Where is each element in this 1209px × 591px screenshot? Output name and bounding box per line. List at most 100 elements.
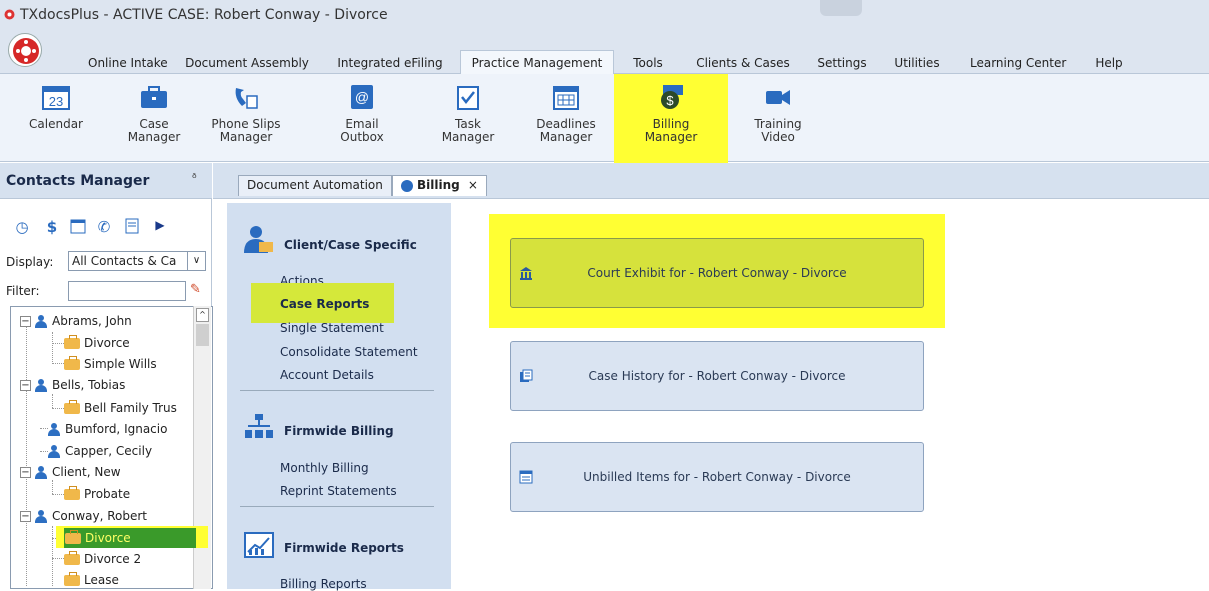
briefcase-icon <box>64 335 80 349</box>
tree-item-person[interactable]: − Abrams, John <box>20 311 132 331</box>
tab-document-assembly[interactable]: Document Assembly <box>184 54 310 74</box>
calendar-icon: 23 <box>42 86 70 110</box>
unbilled-items-button[interactable]: Unbilled Items for - Robert Conway - Div… <box>510 442 924 512</box>
court-exhibit-button[interactable]: Court Exhibit for - Robert Conway - Divo… <box>510 238 924 308</box>
tab-tools[interactable]: Tools <box>632 54 664 74</box>
nav-reprint-statements[interactable]: Reprint Statements <box>280 484 397 498</box>
phone-small-icon[interactable]: ✆ <box>94 218 114 238</box>
tree-item-person[interactable]: Bumford, Ignacio <box>48 419 167 439</box>
tree-item-label: Divorce <box>84 336 130 350</box>
calendar-small-icon[interactable] <box>68 218 88 238</box>
play-icon[interactable]: ▶ <box>150 218 170 238</box>
nav-monthly-billing[interactable]: Monthly Billing <box>280 461 369 475</box>
tree-item-case[interactable]: Simple Wills <box>64 354 157 374</box>
training-label-1: Training <box>754 117 802 131</box>
tree-item-person[interactable]: − Client, New <box>20 462 121 482</box>
pin-icon[interactable]: ᶞ <box>192 171 197 185</box>
billing-icon: $ <box>661 85 683 109</box>
display-label: Display: <box>6 255 54 269</box>
briefcase-icon <box>65 530 81 544</box>
tab-practice-management[interactable]: Practice Management <box>460 50 614 75</box>
phone-icon <box>235 88 258 109</box>
tab-integrated-efiling[interactable]: Integrated eFiling <box>337 54 443 74</box>
tab-learning-center[interactable]: Learning Center <box>970 54 1066 74</box>
email-icon: @ <box>351 85 373 109</box>
email-outbox-button[interactable]: @ Email Outbox <box>322 78 402 158</box>
phone-slips-manager-button[interactable]: Phone Slips Manager <box>206 78 286 158</box>
task-manager-button[interactable]: Task Manager <box>428 78 508 158</box>
svg-text:23: 23 <box>49 94 63 109</box>
close-tab-icon[interactable]: × <box>468 178 478 192</box>
nav-consolidate-statement[interactable]: Consolidate Statement <box>280 345 418 359</box>
history-icon[interactable]: ◷ <box>12 218 32 238</box>
deadlines-label-2: Manager <box>539 130 593 144</box>
tree-item-case[interactable]: Divorce 2 <box>64 549 141 569</box>
tree-item-label: Simple Wills <box>84 357 157 371</box>
tab-clients-cases[interactable]: Clients & Cases <box>694 54 792 74</box>
app-logo-button[interactable] <box>8 33 42 67</box>
phone-slips-label-1: Phone Slips <box>211 117 281 131</box>
case-history-label: Case History for - Robert Conway - Divor… <box>588 369 846 383</box>
note-icon[interactable] <box>122 218 142 238</box>
display-select[interactable]: All Contacts & Ca ∨ <box>68 251 206 271</box>
logo-icon <box>13 38 39 64</box>
collapse-icon[interactable]: − <box>20 316 31 327</box>
divider <box>240 390 434 391</box>
window-title: TXdocsPlus - ACTIVE CASE: Robert Conway … <box>20 7 388 23</box>
tab-settings[interactable]: Settings <box>817 54 867 74</box>
ribbon-collapse-chevron[interactable] <box>820 0 862 16</box>
deadline-calendar-icon <box>553 86 579 110</box>
tree-item-label: Abrams, John <box>52 314 132 328</box>
eraser-icon[interactable]: ✎ <box>190 282 201 297</box>
divider <box>240 506 434 507</box>
person-icon <box>48 423 60 436</box>
collapse-icon[interactable]: − <box>20 380 31 391</box>
tree-item-case[interactable]: Divorce <box>64 333 130 353</box>
tree-item-case[interactable]: Probate <box>64 484 130 504</box>
tab-billing[interactable]: Billing × <box>392 175 487 196</box>
training-video-button[interactable]: Training Video <box>738 78 818 158</box>
nav-account-details[interactable]: Account Details <box>280 368 374 382</box>
billing-tab-label: Billing <box>417 178 460 192</box>
tab-help[interactable]: Help <box>1095 54 1123 74</box>
calendar-label: Calendar <box>29 117 83 131</box>
tree-item-label: Conway, Robert <box>52 509 148 523</box>
task-label-2: Manager <box>441 130 495 144</box>
person-icon <box>48 445 60 458</box>
section-firmwide-billing-title: Firmwide Billing <box>284 424 394 438</box>
deadlines-manager-button[interactable]: Deadlines Manager <box>526 78 606 158</box>
billing-label-1: Billing <box>652 117 690 131</box>
scroll-thumb[interactable] <box>196 324 209 346</box>
section-client-case-title: Client/Case Specific <box>284 238 417 252</box>
display-select-value: All Contacts & Ca <box>72 254 177 268</box>
tab-document-automation[interactable]: Document Automation <box>238 175 392 196</box>
filter-input[interactable] <box>68 281 186 301</box>
nav-case-reports[interactable]: Case Reports <box>280 297 369 311</box>
tree-item-person[interactable]: Capper, Cecily <box>48 441 152 461</box>
case-history-button[interactable]: Case History for - Robert Conway - Divor… <box>510 341 924 411</box>
collapse-icon[interactable]: − <box>20 467 31 478</box>
tab-utilities[interactable]: Utilities <box>894 54 940 74</box>
contacts-manager-title: Contacts Manager <box>6 173 150 189</box>
tree-item-person[interactable]: − Bells, Tobias <box>20 375 125 395</box>
dollar-icon[interactable]: $ <box>42 218 62 238</box>
tree-item-case-selected[interactable]: Divorce <box>64 528 196 548</box>
tree-item-label: Client, New <box>52 465 121 479</box>
briefcase-icon <box>64 400 80 414</box>
tree-item-person[interactable]: − Conway, Robert <box>20 506 147 526</box>
tree-item-label: Divorce <box>85 531 131 545</box>
unbilled-items-label: Unbilled Items for - Robert Conway - Div… <box>583 470 851 484</box>
case-manager-button[interactable]: Case Manager <box>114 78 194 158</box>
task-label-1: Task <box>455 117 481 131</box>
tree-item-case[interactable]: Lease <box>64 570 119 590</box>
collapse-icon[interactable]: − <box>20 511 31 522</box>
training-label-2: Video <box>761 130 795 144</box>
person-icon <box>35 466 47 479</box>
case-manager-label-2: Manager <box>127 130 181 144</box>
nav-single-statement[interactable]: Single Statement <box>280 321 384 335</box>
tree-item-case[interactable]: Bell Family Trus <box>64 398 177 418</box>
calendar-button[interactable]: 23 Calendar <box>16 78 96 158</box>
scroll-up-icon[interactable]: ^ <box>196 308 209 322</box>
tab-online-intake[interactable]: Online Intake <box>88 54 168 74</box>
tree-item-label: Probate <box>84 487 131 501</box>
